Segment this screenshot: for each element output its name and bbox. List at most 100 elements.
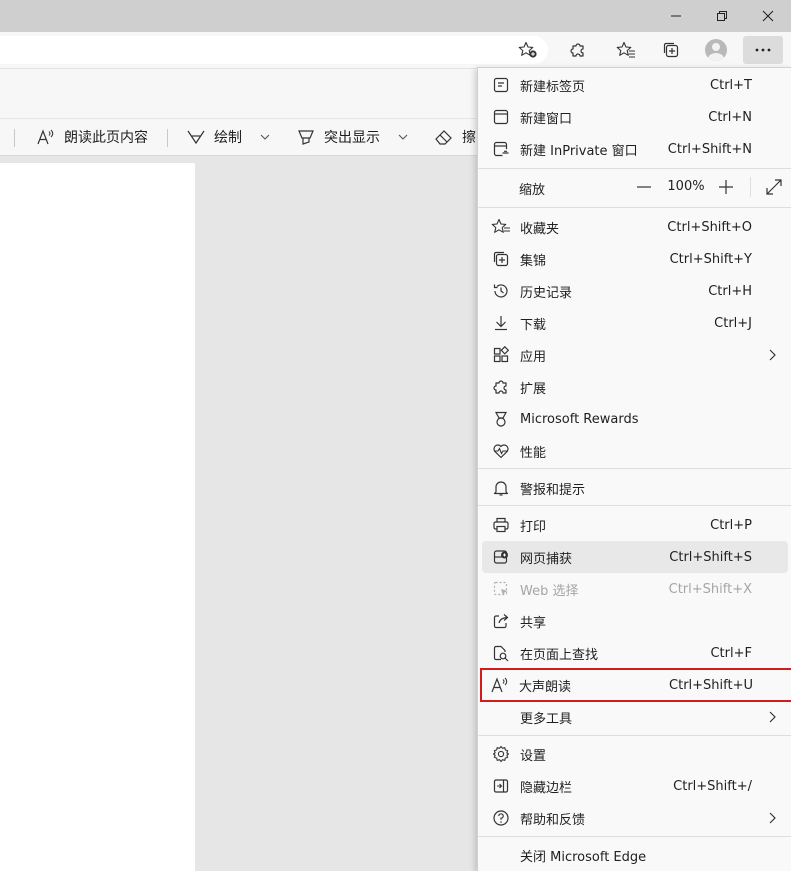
menu-item-close-edge[interactable]: 关闭 Microsoft Edge [482, 839, 788, 871]
zoom-divider [750, 177, 751, 197]
menu-item-apps[interactable]: 应用 [482, 339, 788, 371]
menu-item-shortcut: Ctrl+Shift+U [669, 677, 753, 693]
menu-item-alerts[interactable]: 警报和提示 [482, 472, 788, 504]
menu-item-label: Web 选择 [520, 583, 579, 599]
share-icon [493, 614, 509, 629]
menu-item-shortcut: Ctrl+T [710, 77, 752, 93]
menu-item-shortcut: Ctrl+F [710, 645, 752, 661]
menu-item-hide-sidebar[interactable]: 隐藏边栏 Ctrl+Shift+/ [482, 770, 788, 802]
read-aloud-page-label: 朗读此页内容 [64, 130, 148, 146]
menu-item-label: 集锦 [520, 253, 547, 269]
settings-and-more-button[interactable] [743, 36, 783, 64]
toolbar-divider [167, 129, 168, 147]
address-bar[interactable] [0, 36, 548, 64]
menu-item-shortcut: Ctrl+Shift+N [667, 141, 752, 157]
menu-item-label: 关闭 Microsoft Edge [520, 849, 647, 865]
menu-item-label: 新建标签页 [520, 79, 586, 95]
toolbar-divider [14, 129, 15, 147]
menu-item-shortcut: Ctrl+Shift+/ [673, 778, 752, 794]
menu-item-label: 下载 [520, 317, 547, 333]
menu-item-label: 收藏夹 [520, 221, 560, 237]
menu-item-label: 帮助和反馈 [520, 812, 586, 828]
collections-toolbar-button[interactable] [655, 36, 687, 64]
menu-item-shortcut: Ctrl+J [714, 315, 752, 331]
menu-item-shortcut: Ctrl+Shift+X [668, 581, 752, 597]
restore-button[interactable] [699, 0, 745, 32]
draw-label: 绘制 [214, 130, 242, 146]
favorites-icon [491, 218, 510, 233]
zoom-in-button[interactable] [712, 175, 740, 199]
menu-item-help[interactable]: 帮助和反馈 [482, 802, 788, 834]
favorites-toolbar-button[interactable] [610, 36, 642, 64]
zoom-out-button[interactable] [630, 175, 658, 199]
menu-item-label: 性能 [520, 445, 547, 461]
menu-item-web-select[interactable]: Web 选择 Ctrl+Shift+X [482, 573, 788, 605]
menu-item-label: 网页捕获 [520, 551, 573, 567]
sidebar-icon [493, 779, 509, 793]
draw-button[interactable]: 绘制 [186, 119, 270, 155]
fullscreen-icon [766, 179, 782, 195]
menu-item-new-inprivate[interactable]: 新建 InPrivate 窗口 Ctrl+Shift+N [482, 133, 788, 165]
favorites-star-icon [616, 41, 635, 58]
settings-menu: 新建标签页 Ctrl+T 新建窗口 Ctrl+N 新建 InPrivate 窗口… [477, 67, 791, 871]
erase-button[interactable]: 擦 [434, 119, 476, 155]
menu-item-new-tab[interactable]: 新建标签页 Ctrl+T [482, 69, 788, 101]
menu-item-read-aloud[interactable]: 大声朗读 Ctrl+Shift+U [480, 668, 791, 702]
find-icon [493, 645, 509, 662]
menu-item-share[interactable]: 共享 [482, 605, 788, 637]
menu-divider [478, 836, 791, 837]
menu-item-shortcut: Ctrl+P [710, 517, 752, 533]
read-aloud-icon [37, 129, 54, 145]
menu-item-downloads[interactable]: 下载 Ctrl+J [482, 307, 788, 339]
menu-item-shortcut: Ctrl+H [708, 283, 752, 299]
menu-item-print[interactable]: 打印 Ctrl+P [482, 509, 788, 541]
read-aloud-page-button[interactable]: 朗读此页内容 [36, 119, 148, 155]
menu-item-shortcut: Ctrl+Shift+O [667, 219, 752, 235]
extensions-button[interactable] [562, 36, 594, 64]
fullscreen-button[interactable] [760, 175, 788, 199]
menu-item-more-tools[interactable]: 更多工具 [482, 701, 788, 733]
menu-item-label: 历史记录 [520, 285, 573, 301]
close-window-button[interactable] [745, 0, 791, 32]
pdf-page[interactable] [0, 163, 195, 871]
menu-item-shortcut: Ctrl+N [708, 109, 752, 125]
highlight-button[interactable]: 突出显示 [296, 119, 408, 155]
menu-item-extensions[interactable]: 扩展 [482, 371, 788, 403]
apps-icon [493, 346, 510, 363]
menu-item-shortcut: Ctrl+Shift+S [669, 549, 752, 565]
chevron-right-icon [769, 711, 776, 723]
bell-icon [493, 481, 509, 496]
menu-item-web-capture[interactable]: 网页捕获 Ctrl+Shift+S [482, 541, 788, 573]
menu-item-settings[interactable]: 设置 [482, 738, 788, 770]
chevron-right-icon [769, 349, 776, 361]
chevron-down-icon [260, 134, 270, 140]
web-capture-icon [493, 550, 508, 564]
menu-item-collections[interactable]: 集锦 Ctrl+Shift+Y [482, 243, 788, 275]
minimize-icon [671, 15, 681, 17]
zoom-label: 缩放 [519, 183, 546, 198]
profile-button[interactable] [700, 36, 732, 64]
history-icon [493, 284, 508, 298]
new-window-icon [493, 109, 509, 125]
help-icon [493, 810, 509, 826]
menu-item-shortcut: Ctrl+Shift+Y [669, 251, 752, 267]
menu-item-performance[interactable]: 性能 [482, 435, 788, 467]
eraser-icon [435, 130, 452, 145]
add-favorite-button[interactable] [514, 39, 542, 61]
menu-item-favorites[interactable]: 收藏夹 Ctrl+Shift+O [482, 211, 788, 243]
menu-item-history[interactable]: 历史记录 Ctrl+H [482, 275, 788, 307]
menu-divider [478, 505, 791, 506]
menu-item-new-window[interactable]: 新建窗口 Ctrl+N [482, 101, 788, 133]
browser-toolbar [0, 32, 791, 68]
menu-item-rewards[interactable]: Microsoft Rewards [482, 403, 788, 435]
menu-item-find[interactable]: 在页面上查找 Ctrl+F [482, 637, 788, 669]
erase-label: 擦 [462, 130, 476, 146]
rewards-icon [494, 411, 508, 427]
menu-item-label: 打印 [520, 519, 547, 535]
puzzle-icon [570, 43, 584, 57]
extensions-icon [493, 380, 507, 394]
minus-icon [637, 186, 651, 188]
menu-item-label: 新建窗口 [520, 111, 573, 127]
minimize-button[interactable] [653, 0, 699, 32]
download-icon [495, 316, 507, 331]
